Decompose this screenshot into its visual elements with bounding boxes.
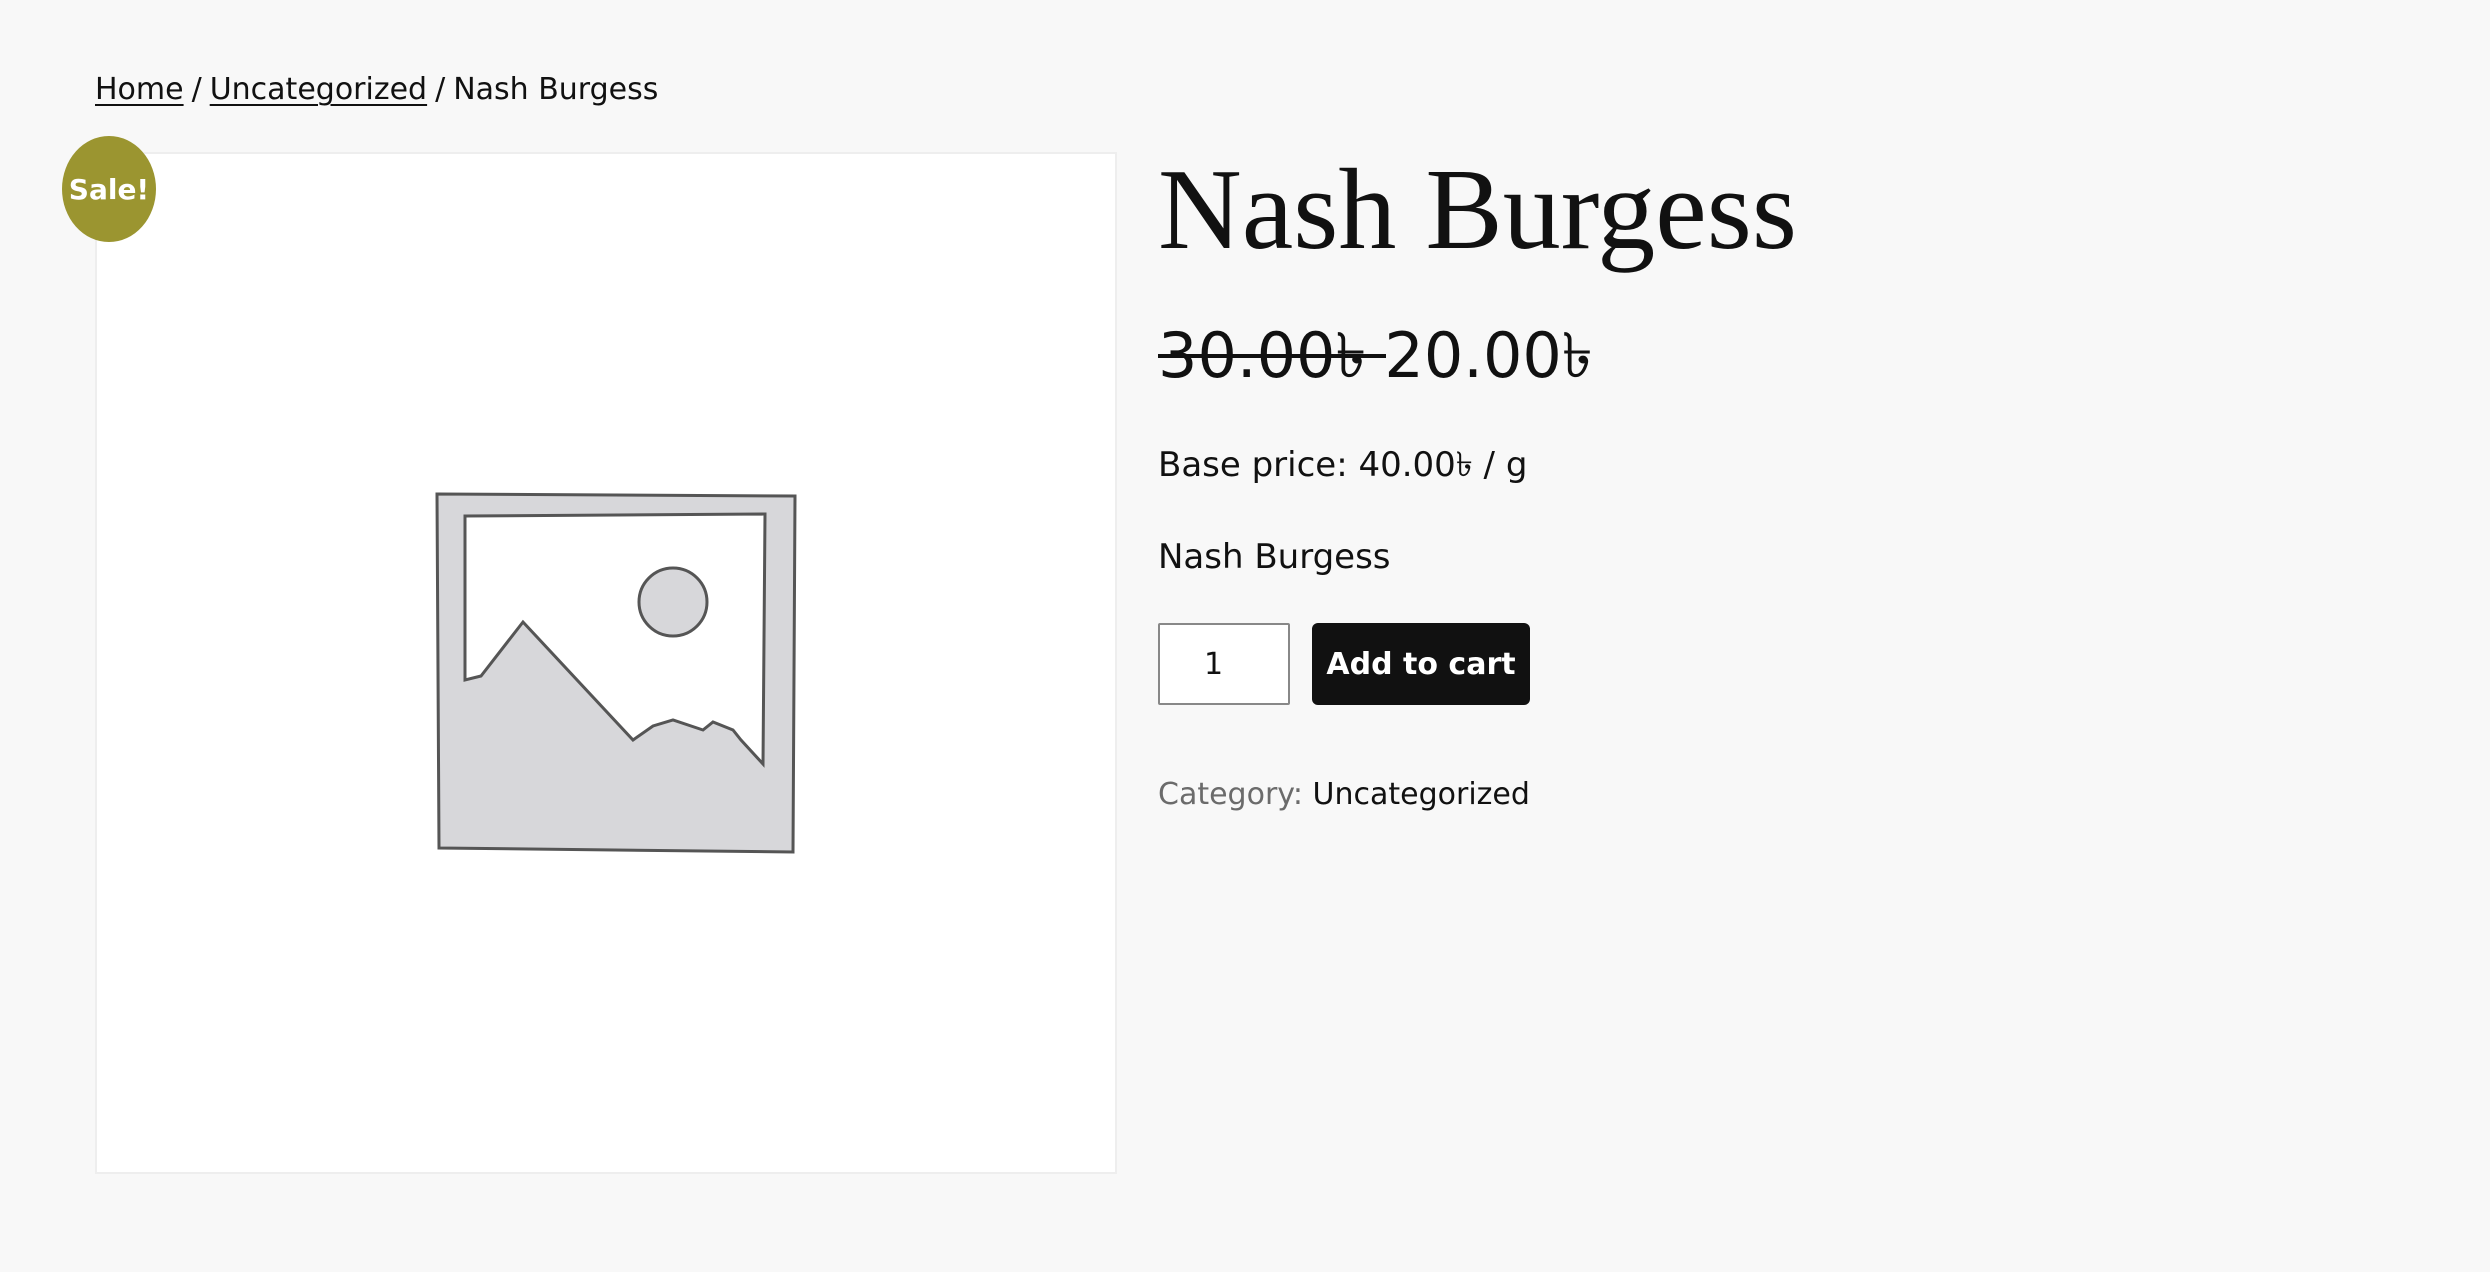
breadcrumb-separator: / <box>435 72 446 107</box>
product-meta: Category: Uncategorized <box>1158 772 1530 818</box>
breadcrumb: Home / Uncategorized / Nash Burgess <box>95 68 658 112</box>
product-price: 30.00৳ 20.00৳ <box>1158 316 1593 396</box>
sale-price: 20.00৳ <box>1384 319 1593 392</box>
image-placeholder-icon <box>435 492 797 854</box>
product-short-description: Nash Burgess <box>1158 537 1391 577</box>
regular-price: 30.00৳ <box>1158 316 1387 396</box>
product-gallery[interactable] <box>95 152 1117 1174</box>
product-summary: Nash Burgess 30.00৳ 20.00৳ Base price: 40… <box>1158 140 2358 812</box>
breadcrumb-category-link[interactable]: Uncategorized <box>210 72 427 107</box>
quantity-input[interactable] <box>1158 623 1290 705</box>
add-to-cart-form: Add to cart <box>1158 623 1530 705</box>
add-to-cart-button[interactable]: Add to cart <box>1312 623 1530 705</box>
breadcrumb-home-link[interactable]: Home <box>95 72 184 107</box>
product-title: Nash Burgess <box>1158 146 1798 274</box>
breadcrumb-separator: / <box>191 72 202 107</box>
base-price: Base price: 40.00৳ / g <box>1158 445 1528 485</box>
category-label: Category: <box>1158 777 1303 812</box>
sale-badge: Sale! <box>62 136 156 242</box>
breadcrumb-current: Nash Burgess <box>453 72 659 107</box>
category-link[interactable]: Uncategorized <box>1313 777 1530 812</box>
